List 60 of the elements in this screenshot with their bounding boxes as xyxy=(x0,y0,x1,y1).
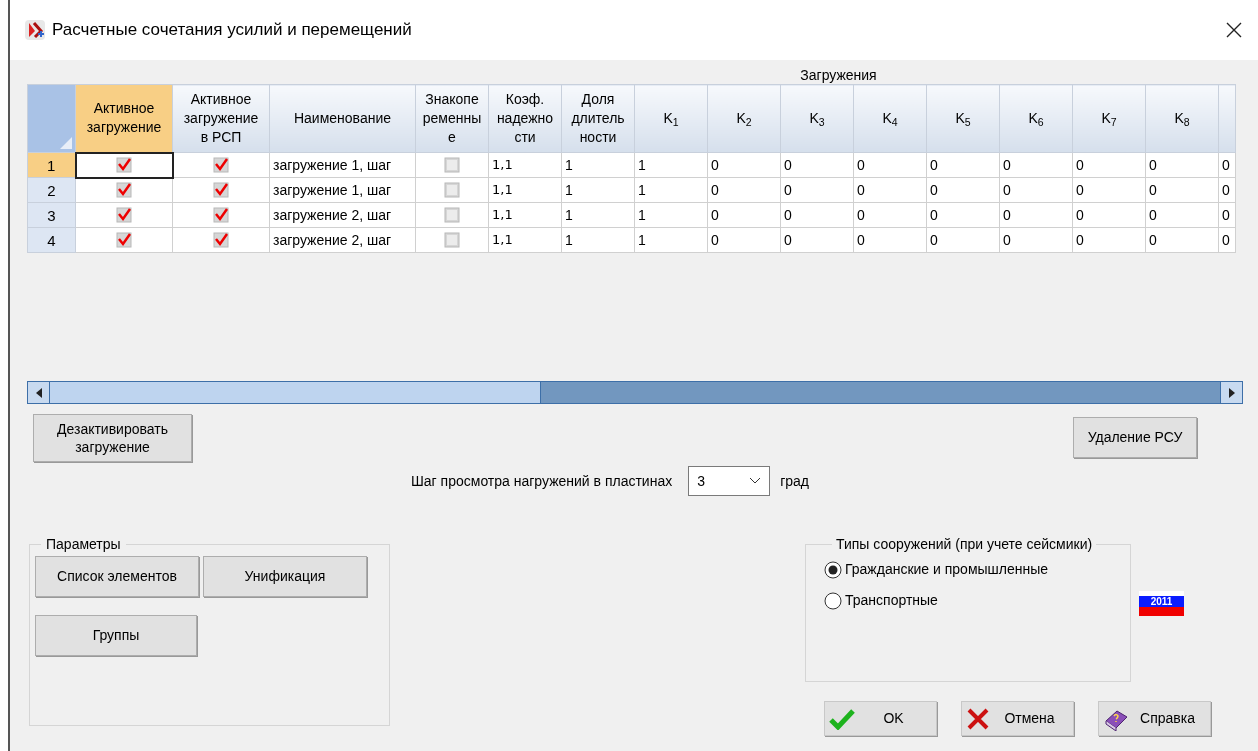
checkbox[interactable] xyxy=(444,207,460,224)
column-header[interactable]: Активное загружение в РСП xyxy=(172,84,270,153)
flag-badge: 2011 xyxy=(1139,590,1184,616)
column-header[interactable]: K$_{4}$ xyxy=(853,84,927,153)
cross-icon xyxy=(966,706,990,731)
chevron-down-icon xyxy=(749,477,762,485)
checkbox[interactable] xyxy=(213,182,229,199)
app-logo-icon xyxy=(24,19,46,41)
group-title: Параметры xyxy=(45,535,122,554)
checkmark-icon xyxy=(829,707,855,730)
radio-option[interactable]: Транспортные xyxy=(824,590,1130,611)
deactivate-button[interactable]: Дезактивировать загружение xyxy=(33,414,192,462)
column-header[interactable]: K$_{2}$ xyxy=(707,84,781,153)
column-header[interactable]: K$_{7}$ xyxy=(1072,84,1146,153)
checkbox[interactable] xyxy=(444,232,460,249)
checkbox[interactable] xyxy=(116,232,132,249)
ok-button[interactable]: OK xyxy=(824,701,937,736)
step-label: Шаг просмотра нагружений в пластинах xyxy=(411,471,673,491)
parameter-button[interactable]: Список элементов xyxy=(35,556,199,597)
parameter-button[interactable]: Унификация xyxy=(203,556,367,597)
checkbox[interactable] xyxy=(444,182,460,199)
checkbox[interactable] xyxy=(213,157,230,174)
horizontal-scrollbar[interactable] xyxy=(27,381,1243,404)
row-header[interactable]: 4 xyxy=(27,227,76,253)
checkbox[interactable] xyxy=(116,157,132,174)
checkbox[interactable] xyxy=(444,157,460,174)
column-header[interactable]: K$_{3}$ xyxy=(780,84,854,153)
checkbox[interactable] xyxy=(116,182,132,199)
table-cell: загружение 1, шаг xyxy=(269,152,416,178)
cancel-button[interactable]: Отмена xyxy=(961,701,1074,736)
row-header[interactable]: 2 xyxy=(27,177,76,203)
column-header[interactable]: Доля длитель ности xyxy=(561,84,635,153)
parameter-button[interactable]: Группы xyxy=(35,615,197,656)
row-header[interactable]: 3 xyxy=(27,202,76,228)
row-header[interactable]: 1 xyxy=(27,152,76,178)
column-header[interactable]: K$_{1}$ xyxy=(634,84,708,153)
window-title: Расчетные сочетания усилий и перемещений xyxy=(52,19,412,42)
scrollbar-thumb[interactable] xyxy=(50,382,541,403)
column-header[interactable]: Коэф. надежно сти xyxy=(488,84,562,153)
checkbox[interactable] xyxy=(213,232,229,249)
table-cell: загружение 2, шаг xyxy=(269,202,416,228)
group-header: Загружения xyxy=(800,66,877,84)
radio-button[interactable] xyxy=(824,560,842,579)
help-button[interactable]: Справка xyxy=(1098,701,1211,736)
column-header[interactable]: Активное загружение xyxy=(75,84,173,153)
column-header[interactable]: K$_{8}$ xyxy=(1145,84,1219,153)
radio-button[interactable] xyxy=(824,591,842,610)
column-header[interactable]: Наименование xyxy=(269,84,416,153)
column-header[interactable]: K$_{5}$ xyxy=(926,84,1000,153)
checkbox[interactable] xyxy=(116,207,132,224)
column-header[interactable]: Знакопе ременны е xyxy=(415,84,489,153)
step-unit: град xyxy=(780,471,810,491)
checkbox[interactable] xyxy=(213,207,229,224)
table-cell: загружение 2, шаг xyxy=(269,227,416,253)
column-header[interactable]: K$_{6}$ xyxy=(999,84,1073,153)
group-title: Типы сооружений (при учете сейсмики) xyxy=(835,535,1094,554)
radio-option[interactable]: Гражданские и промышленные xyxy=(824,559,1130,580)
step-dropdown[interactable]: 3 xyxy=(688,466,771,496)
delete-combinations-button[interactable]: Удаление РСУ xyxy=(1073,417,1197,458)
table-cell: загружение 1, шаг xyxy=(269,177,416,203)
